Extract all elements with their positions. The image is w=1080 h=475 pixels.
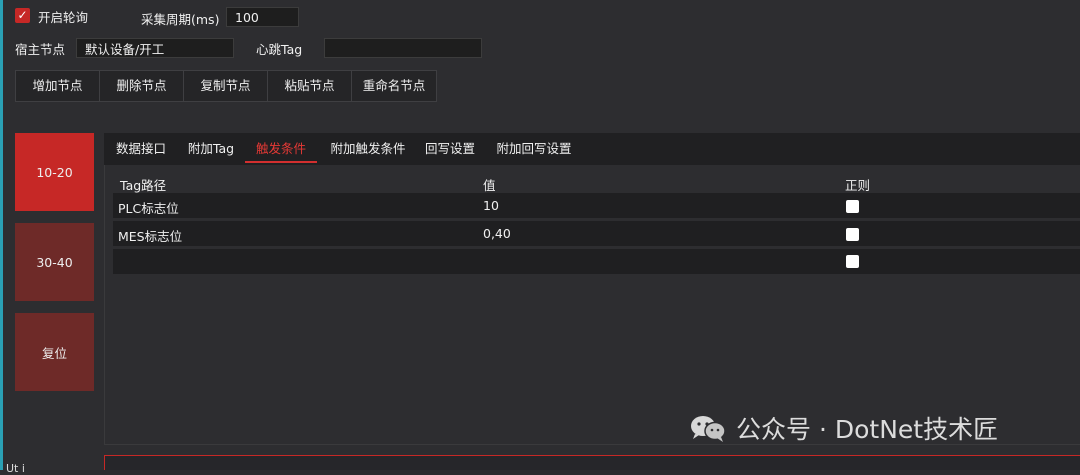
period-label: 采集周期(ms) [141,12,220,27]
log-textbox[interactable] [104,455,1080,470]
tab-writeback-settings[interactable]: 回写设置 [418,133,482,165]
column-header-regex: 正则 [845,178,871,193]
polling-checkbox[interactable]: ✓ [15,8,30,23]
node-toolbar: 增加节点 删除节点 复制节点 粘贴节点 重命名节点 [15,70,437,102]
watermark: 公众号 · DotNet技术匠 [688,410,998,446]
tab-data-interface[interactable]: 数据接口 [108,133,174,165]
watermark-text: 公众号 · DotNet技术匠 [736,415,999,444]
add-node-button[interactable]: 增加节点 [16,71,100,101]
wechat-icon [691,416,726,442]
active-tab-indicator [245,161,317,163]
tab-extra-tag[interactable]: 附加Tag [180,133,242,165]
bottom-label: Ut i [6,462,25,475]
host-node-label: 宿主节点 [15,42,66,57]
table-row[interactable] [113,221,1080,246]
tab-extra-writeback-settings[interactable]: 附加回写设置 [488,133,580,165]
regex-checkbox[interactable] [846,255,859,268]
window-edge [0,0,3,470]
regex-checkbox[interactable] [846,200,859,213]
cell-value[interactable]: 0,40 [483,226,511,241]
table-row[interactable] [113,249,1080,274]
heartbeat-input[interactable] [324,38,482,58]
host-node-input[interactable] [76,38,234,58]
polling-label: 开启轮询 [38,10,89,25]
column-header-tag-path: Tag路径 [120,178,167,193]
range-30-40-button[interactable]: 30-40 [15,223,94,301]
column-header-value: 值 [483,178,496,193]
cell-value[interactable]: 10 [483,198,499,213]
delete-node-button[interactable]: 删除节点 [100,71,184,101]
paste-node-button[interactable]: 粘贴节点 [268,71,352,101]
table-row[interactable] [113,193,1080,218]
heartbeat-label: 心跳Tag [256,42,303,57]
range-10-20-button[interactable]: 10-20 [15,133,94,211]
copy-node-button[interactable]: 复制节点 [184,71,268,101]
cell-tag-path[interactable]: MES标志位 [118,226,182,245]
regex-checkbox[interactable] [846,228,859,241]
period-input[interactable] [226,7,299,27]
cell-tag-path[interactable]: PLC标志位 [118,198,179,217]
tab-extra-trigger-condition[interactable]: 附加触发条件 [322,133,414,165]
rename-node-button[interactable]: 重命名节点 [352,71,436,101]
reset-button[interactable]: 复位 [15,313,94,391]
